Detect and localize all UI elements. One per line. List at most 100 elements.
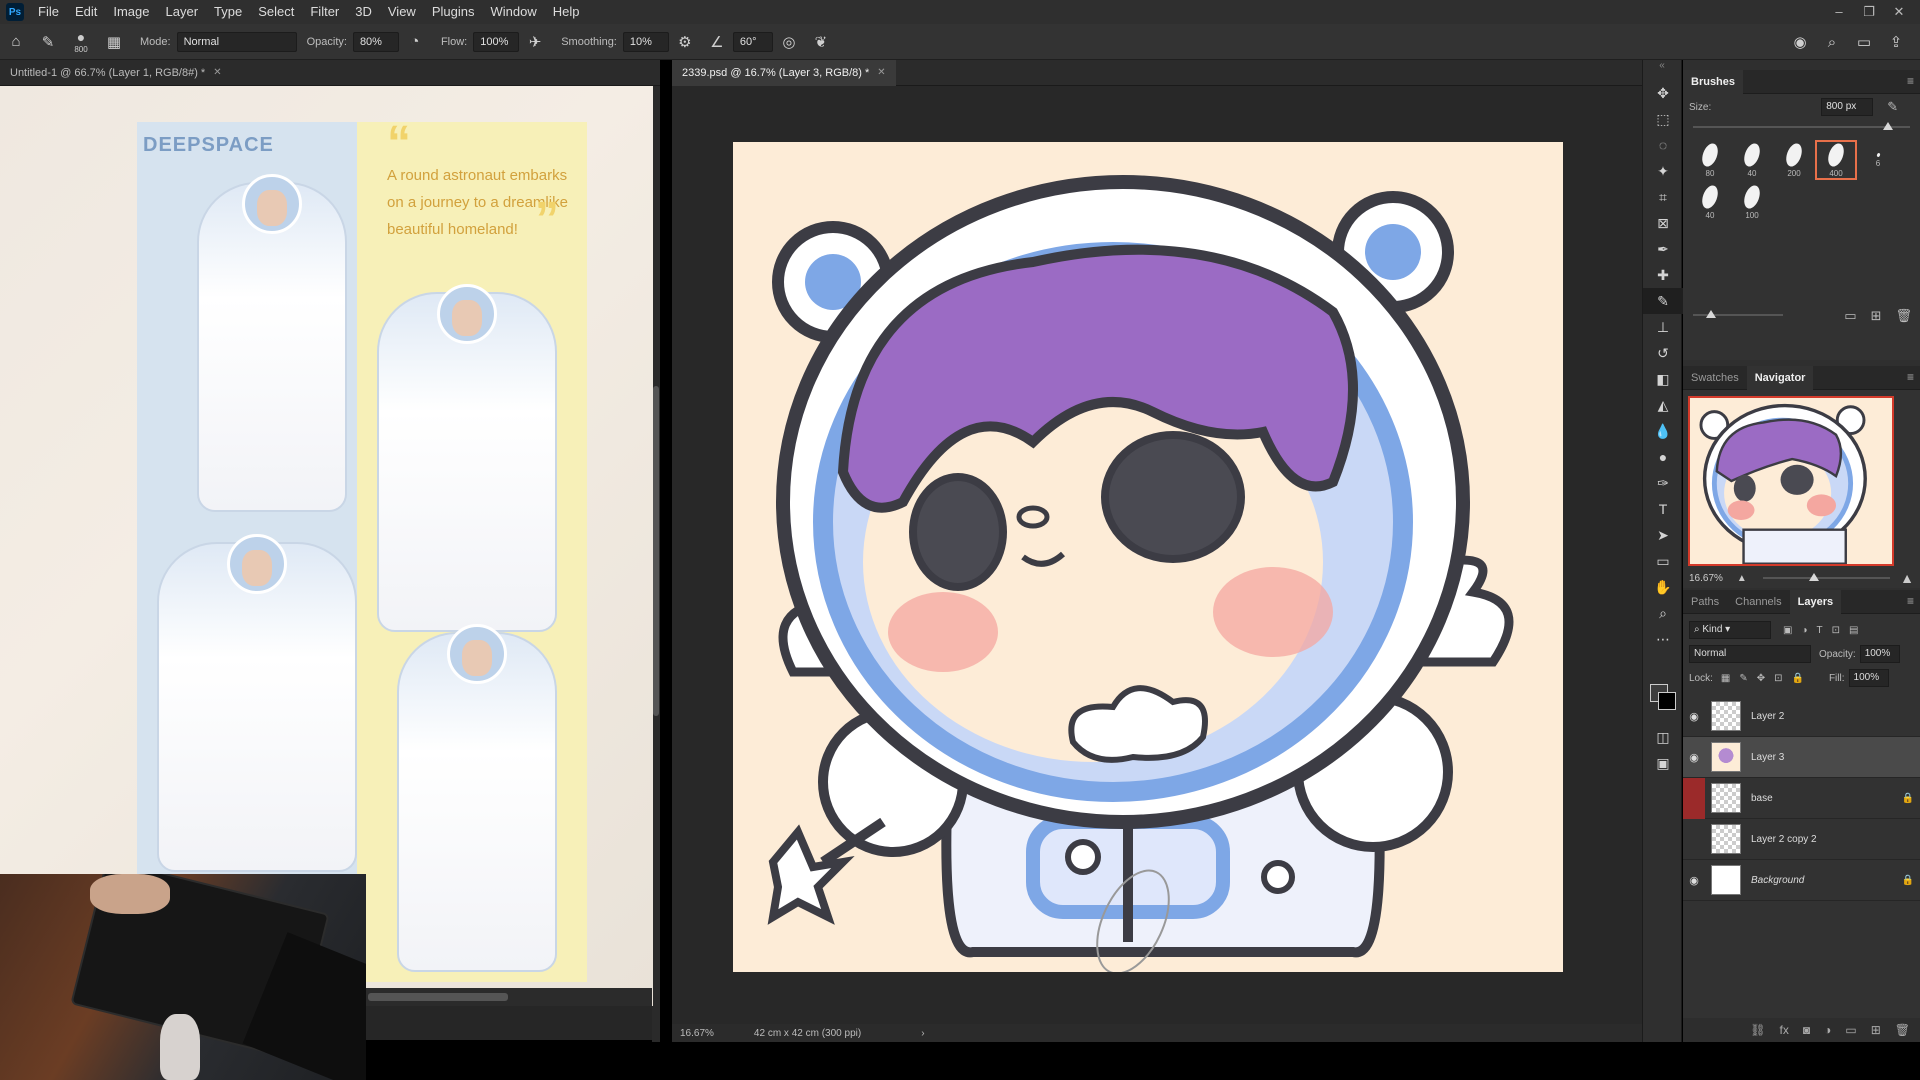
export-icon[interactable]: ⇪ bbox=[1884, 30, 1908, 54]
hand-icon[interactable]: ✋ bbox=[1643, 574, 1683, 600]
brush-preset[interactable]: 200 bbox=[1773, 140, 1815, 180]
airbrush-icon[interactable]: ✈ bbox=[523, 30, 547, 54]
crop-icon[interactable]: ⌗ bbox=[1643, 184, 1683, 210]
menu-3d[interactable]: 3D bbox=[347, 0, 380, 24]
tab-swatches[interactable]: Swatches bbox=[1683, 366, 1747, 390]
pressure-opacity-icon[interactable]: ◔ bbox=[403, 30, 427, 54]
search-icon[interactable]: ⌕ bbox=[1820, 30, 1844, 54]
eraser-icon[interactable]: ◧ bbox=[1643, 366, 1683, 392]
navigator-zoom-value[interactable]: 16.67% bbox=[1689, 573, 1723, 584]
mode-select[interactable]: Normal bbox=[176, 31, 297, 52]
path-select-icon[interactable]: ➤ bbox=[1643, 522, 1683, 548]
layer-row[interactable]: ◉ base 🔒 bbox=[1683, 777, 1920, 819]
menu-window[interactable]: Window bbox=[482, 0, 544, 24]
visibility-eye-icon[interactable]: ◉ bbox=[1683, 777, 1705, 819]
menu-image[interactable]: Image bbox=[105, 0, 157, 24]
brush-preset[interactable]: 40 bbox=[1689, 182, 1731, 222]
magic-wand-icon[interactable]: ✦ bbox=[1643, 158, 1683, 184]
smoothing-field[interactable]: 10% bbox=[622, 31, 669, 52]
lasso-icon[interactable]: ◌ bbox=[1643, 132, 1683, 158]
visibility-eye-icon[interactable]: ◉ bbox=[1683, 874, 1705, 887]
healing-icon[interactable]: ✚ bbox=[1643, 262, 1683, 288]
restore-button[interactable]: ❐ bbox=[1854, 0, 1884, 24]
close-icon[interactable]: ✕ bbox=[213, 60, 221, 86]
layer-row[interactable]: ◉ Background 🔒 bbox=[1683, 860, 1920, 901]
scroll-thumb[interactable] bbox=[653, 386, 659, 716]
lock-options-icons[interactable]: ▦✎✥⊡🔒 bbox=[1721, 673, 1813, 684]
brush-preset[interactable]: 100 bbox=[1731, 182, 1773, 222]
left-doc-tab[interactable]: Untitled-1 @ 66.7% (Layer 1, RGB/8#) * ✕ bbox=[0, 60, 232, 86]
angle-field[interactable]: 60° bbox=[732, 31, 773, 52]
trash-icon[interactable]: 🗑 bbox=[1895, 308, 1912, 324]
layer-filter-icons[interactable]: ▣◑T⊡▤ bbox=[1783, 625, 1867, 636]
tab-channels[interactable]: Channels bbox=[1727, 590, 1789, 614]
frame-icon[interactable]: ⊠ bbox=[1643, 210, 1683, 236]
menu-file[interactable]: File bbox=[30, 0, 67, 24]
share-user-icon[interactable]: ◉ bbox=[1788, 30, 1812, 54]
blur-icon[interactable]: 💧 bbox=[1643, 418, 1683, 444]
history-brush-icon[interactable]: ↺ bbox=[1643, 340, 1683, 366]
type-icon[interactable]: T bbox=[1643, 496, 1683, 522]
brush-preset[interactable]: 400 bbox=[1815, 140, 1857, 180]
zoom-in-icon[interactable]: ▲ bbox=[1900, 570, 1914, 586]
new-group-icon[interactable]: ▭ bbox=[1844, 308, 1856, 324]
navigator-preview[interactable] bbox=[1688, 396, 1894, 566]
slider-knob[interactable] bbox=[1883, 122, 1894, 130]
hscroll-thumb[interactable] bbox=[368, 993, 508, 1001]
tab-paths[interactable]: Paths bbox=[1683, 590, 1727, 614]
layer-blend-select[interactable]: Normal bbox=[1689, 645, 1811, 663]
add-mask-icon[interactable]: ◙ bbox=[1803, 1023, 1810, 1037]
symmetry-icon[interactable]: ❦ bbox=[809, 30, 833, 54]
rectangle-icon[interactable]: ▭ bbox=[1643, 548, 1683, 574]
brush-size-field[interactable]: 800 px bbox=[1821, 98, 1874, 116]
menu-filter[interactable]: Filter bbox=[302, 0, 347, 24]
brush-size-slider[interactable] bbox=[1693, 122, 1910, 132]
workspace-icon[interactable]: ▭ bbox=[1852, 30, 1876, 54]
menu-layer[interactable]: Layer bbox=[158, 0, 207, 24]
close-window-button[interactable]: ✕ bbox=[1884, 0, 1914, 24]
layer-row[interactable]: ◉ Layer 2 copy 2 bbox=[1683, 819, 1920, 860]
status-arrow-icon[interactable]: › bbox=[921, 1028, 924, 1039]
brush-icon[interactable]: ✎ bbox=[1643, 288, 1683, 314]
pen-icon[interactable]: ✑ bbox=[1643, 470, 1683, 496]
move-icon[interactable]: ✥ bbox=[1643, 80, 1683, 106]
pressure-size-icon[interactable]: ◎ bbox=[777, 30, 801, 54]
brush-preset[interactable]: 40 bbox=[1731, 140, 1773, 180]
tab-brushes[interactable]: Brushes bbox=[1683, 69, 1744, 94]
more-icon[interactable]: ⋯ bbox=[1643, 626, 1683, 652]
brush-settings-icon[interactable]: ▦ bbox=[102, 30, 126, 54]
layer-row[interactable]: ◉ Layer 2 bbox=[1683, 696, 1920, 737]
collapse-icon[interactable]: « bbox=[1643, 60, 1681, 80]
menu-type[interactable]: Type bbox=[206, 0, 250, 24]
panel-menu-icon[interactable]: ≡ bbox=[1907, 370, 1914, 384]
stamp-icon[interactable]: ⊥ bbox=[1643, 314, 1683, 340]
left-doc-hscrollbar[interactable] bbox=[366, 988, 652, 1006]
new-group-icon[interactable]: ▭ bbox=[1845, 1023, 1856, 1037]
new-brush-icon[interactable]: ⊞ bbox=[1871, 308, 1882, 324]
panel-menu-icon[interactable]: ≡ bbox=[1907, 594, 1914, 608]
zoom-out-icon[interactable]: ▲ bbox=[1737, 573, 1747, 584]
navigator-zoom-slider[interactable] bbox=[1762, 573, 1891, 583]
marquee-icon[interactable]: ⬚ bbox=[1643, 106, 1683, 132]
link-layers-icon[interactable]: ⛓ bbox=[1750, 1023, 1765, 1037]
new-layer-icon[interactable]: ⊞ bbox=[1871, 1023, 1881, 1037]
main-artboard[interactable] bbox=[733, 142, 1563, 972]
menu-select[interactable]: Select bbox=[250, 0, 302, 24]
close-icon[interactable]: ✕ bbox=[877, 60, 885, 86]
menu-help[interactable]: Help bbox=[545, 0, 588, 24]
menu-edit[interactable]: Edit bbox=[67, 0, 105, 24]
menu-view[interactable]: View bbox=[380, 0, 424, 24]
visibility-eye-icon[interactable]: ◉ bbox=[1683, 710, 1705, 723]
menu-plugins[interactable]: Plugins bbox=[424, 0, 483, 24]
brush-preset[interactable]: 6 bbox=[1857, 140, 1899, 180]
slider-knob[interactable] bbox=[1808, 573, 1819, 581]
status-zoom[interactable]: 16.67% bbox=[680, 1028, 714, 1039]
slider-knob[interactable] bbox=[1706, 310, 1716, 318]
layer-fill-field[interactable]: 100% bbox=[1848, 669, 1889, 687]
screen-mode-icon[interactable]: ▣ bbox=[1643, 750, 1683, 776]
dodge-icon[interactable]: ● bbox=[1643, 444, 1683, 470]
visibility-eye-icon[interactable]: ◉ bbox=[1683, 751, 1705, 764]
eyedropper-icon[interactable]: ✒ bbox=[1643, 236, 1683, 262]
home-icon[interactable]: ⌂ bbox=[4, 30, 28, 54]
left-doc-vscrollbar[interactable] bbox=[652, 86, 660, 1048]
